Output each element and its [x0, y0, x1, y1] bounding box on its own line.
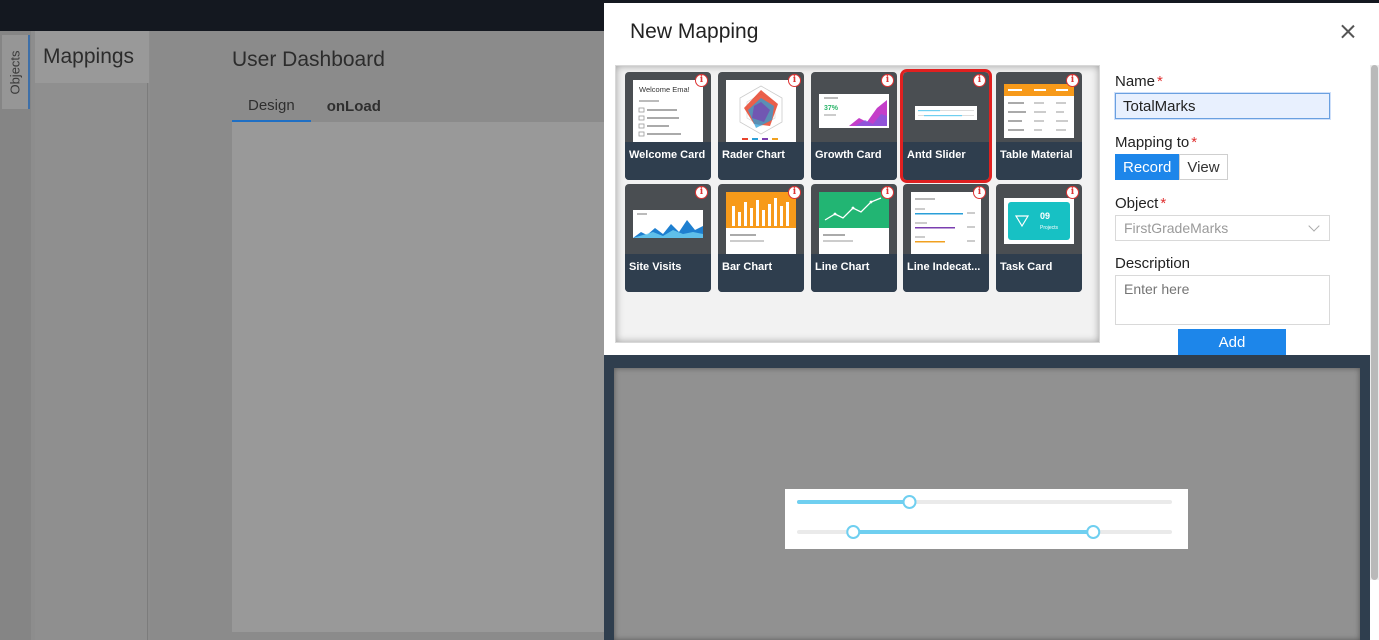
- antd-slider-preview: [915, 106, 977, 120]
- object-select-value: FirstGradeMarks: [1124, 220, 1229, 236]
- scrollbar-thumb[interactable]: [1371, 65, 1378, 580]
- table-material-thumbnail: [1004, 84, 1074, 138]
- range-slider-track: [853, 530, 1094, 534]
- modal-title: New Mapping: [630, 20, 759, 43]
- task-thumb-value: 09: [1040, 211, 1050, 221]
- antd-slider-preview-widget: [785, 489, 1188, 549]
- mapping-to-toggle: Record View: [1115, 154, 1228, 180]
- line-chart-thumbnail: [819, 192, 889, 254]
- dashboard-tabs: Design onLoad: [232, 90, 397, 122]
- template-card-rader-chart[interactable]: i Rader Chart: [718, 72, 804, 180]
- info-icon[interactable]: i: [973, 186, 986, 199]
- slider-preview-svg: [797, 495, 1172, 539]
- template-label: Welcome Card: [625, 142, 711, 180]
- modal-scrollbar[interactable]: [1370, 65, 1379, 580]
- modal-header: New Mapping: [604, 3, 1379, 63]
- template-gallery: Welcome Ema! i Welcome Card i Rader Char…: [615, 65, 1100, 343]
- site-visits-preview: [633, 213, 703, 238]
- template-label: Line Indecat...: [903, 254, 989, 292]
- task-thumb-sub: Projects: [1040, 225, 1059, 231]
- range-slider-handle-start[interactable]: [846, 525, 861, 539]
- template-label: Table Material: [996, 142, 1082, 180]
- mappings-panel: [35, 31, 148, 640]
- objects-tab-label: Objects: [7, 49, 23, 95]
- template-label: Line Chart: [811, 254, 897, 292]
- line-chart-preview: [819, 192, 889, 242]
- name-input[interactable]: [1115, 93, 1330, 119]
- info-icon[interactable]: i: [881, 186, 894, 199]
- tab-onload[interactable]: onLoad: [311, 90, 397, 122]
- name-label: Name *: [1115, 73, 1163, 90]
- template-card-site-visits[interactable]: i Site Visits: [625, 184, 711, 292]
- template-card-table-material[interactable]: i Table Material: [996, 72, 1082, 180]
- antd-slider-thumbnail: [911, 80, 981, 142]
- info-icon[interactable]: i: [1066, 74, 1079, 87]
- object-select[interactable]: FirstGradeMarks: [1115, 215, 1330, 241]
- template-label: Growth Card: [811, 142, 897, 180]
- preview-panel: [604, 355, 1370, 640]
- info-icon[interactable]: i: [881, 74, 894, 87]
- close-icon[interactable]: [1337, 21, 1359, 43]
- mappings-title: Mappings: [35, 31, 149, 83]
- welcome-card-preview: Welcome Ema!: [638, 85, 690, 137]
- design-canvas: [232, 122, 604, 632]
- tab-design[interactable]: Design: [232, 90, 311, 122]
- view-option-button[interactable]: View: [1179, 154, 1228, 180]
- info-icon[interactable]: i: [695, 186, 708, 199]
- growth-thumb-value: 37%: [824, 105, 839, 112]
- single-slider-handle[interactable]: [902, 495, 917, 509]
- dashboard-title: User Dashboard: [232, 48, 385, 71]
- task-card-preview: 09 Projects: [1008, 202, 1070, 240]
- info-icon[interactable]: i: [695, 74, 708, 87]
- site-visits-thumbnail: [633, 210, 703, 238]
- record-option-button[interactable]: Record: [1115, 154, 1180, 180]
- info-icon[interactable]: i: [788, 186, 801, 199]
- single-slider-track: [797, 500, 910, 504]
- add-button[interactable]: Add: [1178, 329, 1286, 355]
- template-card-welcome-card[interactable]: Welcome Ema! i Welcome Card: [625, 72, 711, 180]
- template-label: Site Visits: [625, 254, 711, 292]
- template-card-growth-card[interactable]: 37% i Growth Card: [811, 72, 897, 180]
- info-icon[interactable]: i: [1066, 186, 1079, 199]
- rader-chart-thumbnail: [726, 80, 796, 142]
- template-card-line-chart[interactable]: i Line Chart: [811, 184, 897, 292]
- growth-card-preview: 37%: [824, 97, 887, 126]
- bar-chart-thumbnail: [726, 192, 796, 254]
- welcome-card-thumbnail: Welcome Ema!: [633, 80, 703, 142]
- info-icon[interactable]: i: [973, 74, 986, 87]
- table-material-preview: [1004, 84, 1074, 131]
- chevron-down-icon: [1308, 220, 1320, 232]
- range-slider-handle-end[interactable]: [1086, 525, 1101, 539]
- template-label: Bar Chart: [718, 254, 804, 292]
- line-indicator-preview: [915, 198, 975, 243]
- radar-chart-preview: [739, 85, 783, 140]
- new-mapping-modal: New Mapping Welcome Ema! i Welcome Card: [604, 3, 1379, 640]
- description-textarea[interactable]: [1115, 275, 1330, 325]
- template-card-line-indicator[interactable]: i Line Indecat...: [903, 184, 989, 292]
- template-card-task-card[interactable]: 09 Projects i Task Card: [996, 184, 1082, 292]
- template-card-bar-chart[interactable]: i Bar Chart: [718, 184, 804, 292]
- object-label: Object *: [1115, 195, 1167, 212]
- welcome-thumb-title: Welcome Ema!: [639, 85, 690, 94]
- description-label: Description: [1115, 255, 1191, 272]
- bar-chart-preview: [726, 192, 796, 242]
- growth-card-thumbnail: 37%: [819, 94, 889, 128]
- task-card-thumbnail: 09 Projects: [1004, 198, 1074, 244]
- preview-canvas: [614, 368, 1360, 640]
- template-label: Rader Chart: [718, 142, 804, 180]
- left-rail: Objects: [0, 31, 31, 640]
- template-label: Antd Slider: [903, 142, 989, 180]
- template-label: Task Card: [996, 254, 1082, 292]
- objects-tab[interactable]: Objects: [2, 35, 30, 109]
- line-indicator-thumbnail: [911, 192, 981, 254]
- template-card-antd-slider[interactable]: i Antd Slider: [900, 69, 992, 183]
- info-icon[interactable]: i: [788, 74, 801, 87]
- mapping-to-label: Mapping to *: [1115, 134, 1198, 151]
